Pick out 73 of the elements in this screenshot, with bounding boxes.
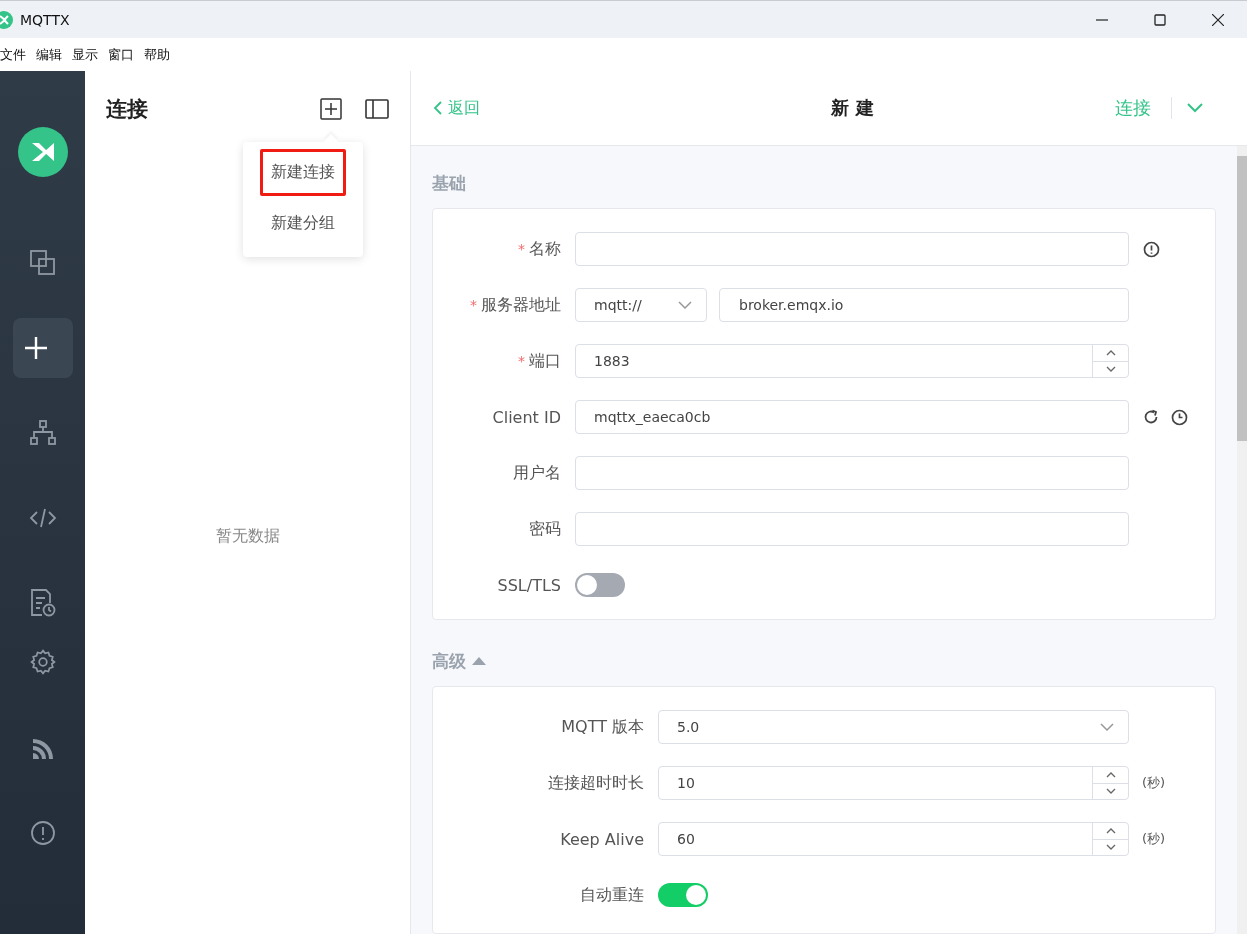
required-mark: * <box>470 296 477 313</box>
input-field[interactable] <box>575 232 1129 266</box>
chevron-down-icon <box>1105 844 1116 851</box>
panel-layout-icon <box>365 98 389 119</box>
section-title: 高级 <box>432 650 466 673</box>
chevron-up-icon <box>1105 349 1116 356</box>
rss-icon <box>30 737 55 761</box>
copy-icon <box>28 249 57 277</box>
chevron-down-icon <box>1105 788 1116 795</box>
toggle-switch[interactable] <box>658 883 708 907</box>
app-logo-icon <box>17 127 68 177</box>
unit-label: (秒) <box>1142 774 1166 792</box>
field-label: * 名称 <box>517 238 561 260</box>
chevron-left-icon <box>433 101 442 115</box>
panel-title: 连接 <box>106 95 148 123</box>
menu-item[interactable]: 显示 <box>72 45 105 64</box>
maximize-icon <box>1154 13 1166 26</box>
chevron-up-icon <box>1105 771 1116 778</box>
field-label: MQTT 版本 <box>560 716 644 738</box>
menu-item[interactable]: 窗口 <box>108 45 141 64</box>
plus-icon <box>23 336 48 360</box>
chevron-down-icon <box>1187 103 1203 113</box>
host-field[interactable]: broker.emqx.io <box>719 288 1129 322</box>
sidebar-button[interactable] <box>12 318 73 378</box>
toggle-switch[interactable] <box>575 573 625 597</box>
settings-icon <box>29 649 56 675</box>
number-field[interactable]: 10 <box>658 766 1129 800</box>
field-label: SSL/TLS <box>496 575 561 595</box>
hierarchy-icon <box>28 420 57 446</box>
field-label: Keep Alive <box>559 829 644 849</box>
section-title: 基础 <box>432 172 467 195</box>
add-button[interactable] <box>318 95 344 122</box>
number-field[interactable]: 1883 <box>575 344 1129 378</box>
number-field[interactable]: 60 <box>658 822 1129 856</box>
dropdown-item[interactable]: 新建分组 <box>260 200 346 247</box>
input-field[interactable]: mqttx_eaeca0cb <box>575 400 1129 434</box>
plus-square-icon <box>320 97 342 120</box>
field-label: * 服务器地址 <box>469 294 561 316</box>
chevron-up-icon <box>1105 827 1116 834</box>
page-title: 新 建 <box>830 96 875 120</box>
code-icon <box>28 507 57 529</box>
field-label: Client ID <box>491 407 561 427</box>
info-icon <box>1143 240 1160 258</box>
field-label: 用户名 <box>512 462 561 484</box>
menu-item[interactable]: 文件 <box>0 45 33 64</box>
protocol-select[interactable]: mqtt:// <box>575 288 707 322</box>
empty-text: 暂无数据 <box>215 525 280 547</box>
chevron-down-icon <box>678 301 692 309</box>
menu-item[interactable]: 编辑 <box>36 45 69 64</box>
required-mark: * <box>518 352 525 369</box>
input-field[interactable] <box>575 456 1129 490</box>
select-field[interactable]: 5.0 <box>658 710 1129 744</box>
alert-icon <box>29 820 56 846</box>
chevron-down-icon <box>1105 366 1116 373</box>
required-mark: * <box>518 240 525 257</box>
field-label: 自动重连 <box>579 884 644 906</box>
app-logo-icon <box>0 10 14 29</box>
clock-icon[interactable] <box>1171 408 1188 426</box>
caret-icon[interactable] <box>472 656 486 665</box>
refresh-icon[interactable] <box>1143 409 1159 425</box>
scrollbar-thumb[interactable] <box>1237 156 1247 441</box>
chevron-down-icon <box>1100 723 1114 731</box>
more-button[interactable] <box>1187 103 1203 113</box>
menu-item[interactable]: 帮助 <box>144 45 177 64</box>
unit-label: (秒) <box>1142 830 1166 848</box>
field-label: 连接超时时长 <box>547 772 644 794</box>
close-icon <box>1212 13 1224 26</box>
window-title: MQTTX <box>20 11 70 28</box>
document-clock-icon <box>29 589 56 617</box>
field-label: 密码 <box>528 518 561 540</box>
field-label: * 端口 <box>517 350 561 372</box>
input-field[interactable] <box>575 512 1129 546</box>
dropdown-item[interactable]: 新建连接 <box>260 149 346 196</box>
